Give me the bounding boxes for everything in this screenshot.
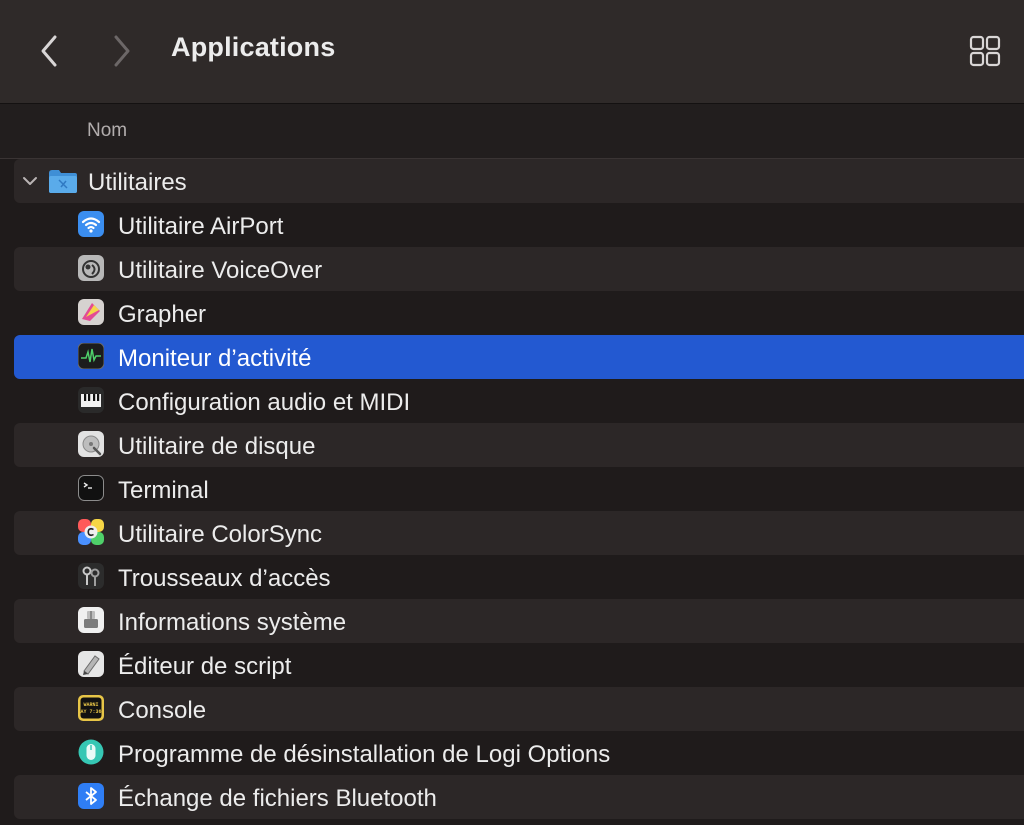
list-item-script-editor[interactable]: Éditeur de script <box>14 643 1024 687</box>
list-item-label: Utilitaire VoiceOver <box>118 257 323 284</box>
list-item-label: Informations système <box>118 609 347 636</box>
terminal-icon <box>78 475 104 501</box>
audio-midi-setup-icon <box>78 387 104 413</box>
list-item-label: Utilitaire ColorSync <box>118 521 323 548</box>
list-item-audio-midi-setup[interactable]: Configuration audio et MIDI <box>14 379 1024 423</box>
list-item-label: Utilitaire AirPort <box>118 213 284 240</box>
back-button[interactable] <box>29 30 69 72</box>
list-item-disk-utility[interactable]: Utilitaire de disque <box>14 423 1024 467</box>
list-item-logi-options-uninstaller[interactable]: Programme de désinstallation de Logi Opt… <box>14 731 1024 775</box>
keychain-access-icon <box>78 563 104 589</box>
logi-options-uninstaller-icon <box>78 739 104 765</box>
list-item-label: Console <box>118 697 207 724</box>
list-item-grapher[interactable]: Grapher <box>14 291 1024 335</box>
chevron-left-icon <box>41 35 57 67</box>
chevron-right-icon <box>114 35 130 67</box>
folder-icon <box>49 170 77 193</box>
list-item-label: Programme de désinstallation de Logi Opt… <box>118 741 611 768</box>
list-item-activity-monitor[interactable]: Moniteur d’activité <box>14 335 1024 379</box>
activity-monitor-icon <box>78 343 104 369</box>
forward-button[interactable] <box>102 30 142 72</box>
list-item-keychain-access[interactable]: Trousseaux d’accès <box>14 555 1024 599</box>
grapher-icon <box>78 299 104 325</box>
column-header[interactable]: Nom <box>0 104 1024 159</box>
list-item-label: Grapher <box>118 301 207 328</box>
list-item-label: Trousseaux d’accès <box>118 565 331 592</box>
list-item-label: Configuration audio et MIDI <box>118 389 411 416</box>
list-item-folder-utilitaires[interactable]: Utilitaires <box>14 159 1024 203</box>
list-item-airport-utility[interactable]: Utilitaire AirPort <box>14 203 1024 247</box>
column-header-name[interactable]: Nom <box>87 120 127 142</box>
list-item-terminal[interactable]: Terminal <box>14 467 1024 511</box>
toolbar: Applications <box>0 0 1024 104</box>
list-item-colorsync-utility[interactable]: Utilitaire ColorSync <box>14 511 1024 555</box>
view-mode-button[interactable] <box>966 34 1004 70</box>
system-information-icon <box>78 607 104 633</box>
disk-utility-icon <box>78 431 104 457</box>
list-item-system-information[interactable]: Informations système <box>14 599 1024 643</box>
console-icon-line-1: WARNI <box>83 702 98 708</box>
list-item-voiceover-utility[interactable]: Utilitaire VoiceOver <box>14 247 1024 291</box>
folder-label: Utilitaires <box>88 169 187 196</box>
list-item-console[interactable]: WARNI AY 7:36 Console <box>14 687 1024 731</box>
list-item-label: Éditeur de script <box>118 653 292 680</box>
console-icon-line-2: AY 7:36 <box>80 709 101 715</box>
bluetooth-file-exchange-icon <box>78 783 104 809</box>
console-icon: WARNI AY 7:36 <box>78 695 104 721</box>
list-item-bluetooth-file-exchange[interactable]: Échange de fichiers Bluetooth <box>14 775 1024 819</box>
voiceover-utility-icon <box>78 255 104 281</box>
window-title: Applications <box>171 32 336 62</box>
colorsync-utility-icon <box>78 519 104 545</box>
list-item-label: Moniteur d’activité <box>118 345 312 372</box>
grid-view-icon <box>969 35 1001 67</box>
script-editor-icon <box>78 651 104 677</box>
chevron-down-icon[interactable] <box>22 173 38 189</box>
airport-utility-icon <box>78 211 104 237</box>
list-item-label: Terminal <box>118 477 209 504</box>
list-item-label: Échange de fichiers Bluetooth <box>118 785 437 812</box>
list-item-label: Utilitaire de disque <box>118 433 316 460</box>
